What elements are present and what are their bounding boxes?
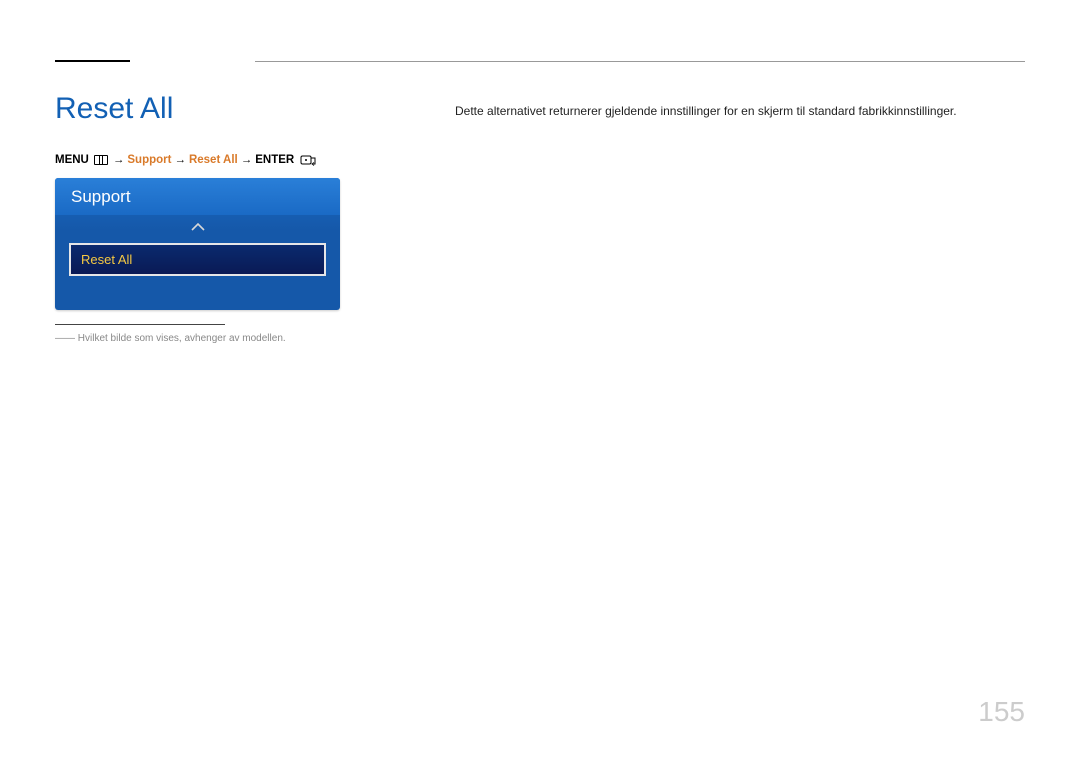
osd-panel-header: Support (55, 178, 340, 215)
body-text: Dette alternativet returnerer gjeldende … (455, 102, 1025, 120)
breadcrumb-enter: ENTER (255, 154, 294, 166)
footnote-text: ―― Hvilket bilde som vises, avhenger av … (55, 333, 340, 344)
breadcrumb-menu: MENU (55, 154, 89, 166)
enter-icon (300, 154, 318, 166)
breadcrumb-reset: Reset All (189, 154, 238, 166)
menu-icon (94, 155, 108, 165)
breadcrumb-support: Support (127, 154, 171, 166)
header-rule-bold (55, 60, 130, 62)
osd-item-reset-all[interactable]: Reset All (69, 243, 326, 276)
breadcrumb: MENU → Support → Reset All → ENTER (55, 154, 340, 166)
arrow-icon: → (241, 154, 253, 166)
footnote-divider (55, 324, 225, 325)
header-rule-thin (255, 61, 1025, 62)
osd-bottom-space (55, 276, 340, 310)
chevron-up-icon (190, 220, 206, 235)
arrow-icon: → (113, 154, 125, 166)
osd-panel: Support Reset All (55, 178, 340, 310)
page-number: 155 (978, 696, 1025, 728)
osd-scroll-up[interactable] (55, 215, 340, 243)
page-title: Reset All (55, 92, 340, 126)
header-rule (55, 60, 1025, 62)
arrow-icon: → (174, 154, 186, 166)
